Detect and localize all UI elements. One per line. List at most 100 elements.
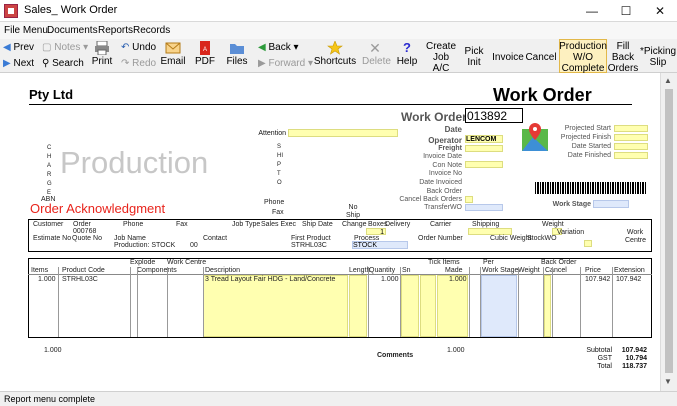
date-started-label: Date Started — [571, 143, 611, 150]
pdf-button[interactable]: A PDF — [193, 39, 217, 73]
files-button[interactable]: Files — [225, 39, 249, 73]
explode-label: Explode — [130, 259, 156, 266]
sn-column[interactable] — [401, 275, 419, 337]
cancel-column[interactable] — [544, 275, 551, 337]
menu-documents[interactable]: Documents — [47, 25, 98, 36]
gst-label: GST — [597, 355, 612, 362]
scroll-down-icon[interactable]: ▼ — [664, 377, 672, 386]
invoice-button[interactable]: Invoice — [492, 39, 524, 73]
process-field[interactable]: STOCK — [352, 241, 408, 249]
cancel-back-orders-checkbox[interactable] — [465, 196, 473, 203]
operator-field[interactable]: LENCOM — [465, 135, 503, 143]
delete-button[interactable]: ✕ Delete — [362, 39, 391, 73]
print-button[interactable]: Print — [88, 39, 116, 73]
forward-icon: ▶ — [258, 58, 266, 69]
attention-field[interactable] — [288, 129, 398, 137]
redo-button[interactable]: ↷ Redo — [121, 58, 156, 69]
cubic-weight-label: Cubic Weight — [490, 235, 532, 242]
menu-reports[interactable]: Reports — [98, 25, 133, 36]
cancel-button[interactable]: Cancel — [525, 39, 556, 73]
undo-button[interactable]: ↶ Undo — [121, 42, 156, 53]
contact-value: 00 — [190, 242, 198, 249]
length-column[interactable] — [349, 275, 367, 337]
made-head: Made — [445, 267, 463, 274]
first-product-value: STRHL03C — [291, 242, 327, 249]
create-job-ac-button[interactable]: Create Job A/C — [424, 39, 458, 74]
projected-start-label: Projected Start — [564, 125, 611, 132]
job-name-value: Production: STOCK — [114, 242, 176, 249]
maximize-button[interactable]: ☐ — [609, 0, 643, 22]
menu-file[interactable]: File Menu — [4, 25, 48, 36]
order-label: Order — [73, 221, 91, 228]
status-bar: Report menu complete — [0, 391, 677, 406]
comments-label: Comments — [377, 352, 414, 359]
work-centre-label: Work Centre — [625, 229, 647, 244]
back-order-label: Back Order — [426, 188, 462, 195]
invoice-no-label: Invoice No — [428, 170, 462, 177]
search-icon: ⚲ — [42, 58, 50, 69]
company-name: Pty Ltd — [29, 87, 74, 102]
ship-to-label: SHIPTO — [277, 144, 283, 186]
contact-label: Contact — [203, 235, 228, 242]
cancel-head: Cancel — [545, 267, 567, 274]
work-order-number-field[interactable]: 013892 — [465, 108, 523, 123]
job-type-label: Job Type — [232, 221, 261, 228]
date-started-field[interactable] — [614, 143, 648, 150]
menu-records[interactable]: Records — [133, 25, 170, 36]
barcode — [535, 182, 647, 194]
variation-label: Variation — [557, 229, 585, 236]
work-stage-field[interactable] — [593, 200, 629, 208]
con-note-field[interactable] — [465, 161, 503, 168]
close-button[interactable]: ✕ — [643, 0, 677, 22]
sales-exec-label: Sales Exec — [261, 221, 297, 228]
notes-button[interactable]: ▢ Notes ▾ — [42, 42, 88, 53]
estimate-no-label: Estimate No — [33, 235, 72, 242]
shipping-field[interactable] — [468, 228, 512, 235]
line-items: 1.000 — [38, 276, 56, 283]
line-quantity: 1.000 — [381, 276, 399, 283]
projected-finish-label: Projected Finish — [560, 134, 611, 141]
forward-button[interactable]: ▶ Forward ▾ — [258, 58, 313, 69]
product-code-head: Product Code — [62, 267, 105, 274]
gst-value: 10.794 — [625, 355, 647, 362]
scroll-up-icon[interactable]: ▲ — [664, 76, 672, 85]
fill-back-orders-button[interactable]: Fill Back Orders — [608, 39, 639, 74]
printer-icon — [95, 41, 109, 55]
date-finished-field[interactable] — [614, 152, 648, 159]
back-button[interactable]: ◀ Back ▾ — [258, 42, 299, 53]
projected-finish-field[interactable] — [614, 134, 648, 141]
vertical-scrollbar[interactable]: ▲ ▼ — [660, 73, 677, 391]
prev-button[interactable]: ◀ Prev — [3, 42, 34, 53]
order-number-label: Order Number — [418, 235, 463, 242]
description-column[interactable] — [203, 275, 348, 337]
weight-head: Weight — [518, 267, 540, 274]
work-stage-column[interactable] — [481, 275, 517, 337]
production-complete-button[interactable]: Production W/O Complete — [559, 39, 607, 74]
tick-column[interactable] — [420, 275, 436, 337]
search-button[interactable]: ⚲ Search — [42, 58, 84, 69]
boxes-field[interactable]: 1 — [366, 228, 386, 236]
minimize-button[interactable]: — — [575, 0, 609, 22]
help-button[interactable]: ? Help — [396, 39, 418, 73]
freight-field[interactable] — [465, 145, 503, 152]
made-column[interactable] — [437, 275, 468, 337]
email-icon — [165, 42, 181, 54]
scroll-thumb[interactable] — [665, 89, 673, 373]
line-product-code: STRHL03C — [62, 276, 98, 283]
next-button[interactable]: ▶ Next — [3, 58, 34, 69]
shortcuts-button[interactable]: Shortcuts — [312, 39, 358, 73]
line-description: 3 Tread Layout Fair HDG - Land/Concrete — [205, 276, 336, 283]
order-acknowledgment-title: Order Acknowledgment — [30, 201, 166, 216]
help-icon: ? — [403, 40, 411, 55]
extension-head: Extension — [614, 267, 645, 274]
variation-field[interactable] — [584, 240, 592, 247]
projected-start-field[interactable] — [614, 125, 648, 132]
email-button[interactable]: Email — [159, 39, 187, 73]
back-icon: ◀ — [258, 42, 266, 53]
back-order-head: Back Order — [541, 259, 577, 266]
picking-slip-button[interactable]: *Picking Slip — [640, 39, 676, 73]
pick-init-button[interactable]: Pick Init — [460, 39, 488, 73]
transfer-wo-field[interactable] — [465, 204, 503, 211]
quantity-head: Quantity — [369, 267, 396, 274]
first-product-label: First Product — [291, 235, 331, 242]
